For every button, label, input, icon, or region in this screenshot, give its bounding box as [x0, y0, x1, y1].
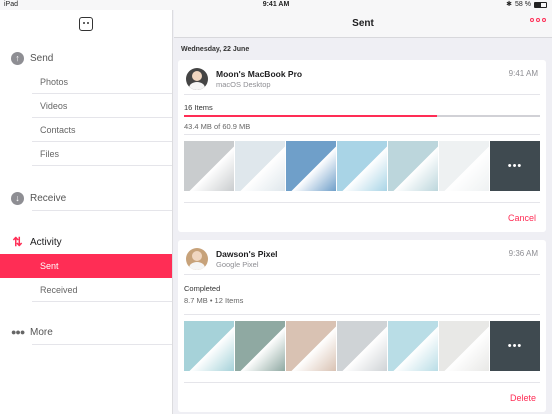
divider — [184, 202, 540, 203]
photo-thumbnail[interactable] — [388, 321, 438, 371]
sidebar-item-files[interactable]: Files — [0, 142, 172, 166]
device-name: Moon's MacBook Pro — [216, 69, 303, 79]
photo-thumbnail[interactable] — [235, 321, 285, 371]
photo-thumbnail[interactable] — [184, 321, 234, 371]
status-right: ✱ 58 % — [506, 0, 547, 10]
sidebar-item-received[interactable]: Received — [0, 278, 172, 302]
photo-thumbnail[interactable] — [286, 321, 336, 371]
receive-label: Receive — [30, 192, 67, 204]
photo-thumbnail[interactable] — [235, 141, 285, 191]
battery-percent: 58 % — [515, 1, 531, 8]
app-logo-icon — [79, 17, 93, 31]
photo-thumbnail[interactable] — [439, 141, 489, 191]
dot-icon — [536, 18, 540, 22]
activity-arrows-icon: ⇅ — [12, 235, 23, 249]
divider — [184, 134, 540, 135]
date-header: Wednesday, 22 June — [181, 46, 250, 53]
photo-thumbnail[interactable] — [184, 141, 234, 191]
dot-icon — [542, 18, 546, 22]
thumbnail-strip: ••• — [184, 141, 540, 191]
more-photos-button[interactable]: ••• — [490, 321, 540, 371]
more-label: More — [30, 326, 53, 338]
sidebar-header — [0, 10, 172, 38]
divider — [184, 94, 540, 95]
sidebar-section-receive[interactable]: ↓ Receive — [0, 186, 172, 210]
divider — [32, 344, 172, 345]
divider — [184, 314, 540, 315]
photo-thumbnail[interactable] — [439, 321, 489, 371]
photo-thumbnail[interactable] — [337, 141, 387, 191]
photo-thumbnail[interactable] — [286, 141, 336, 191]
transfer-size: 43.4 MB of 60.9 MB — [184, 122, 251, 131]
clock: 9:41 AM — [262, 1, 290, 8]
send-label: Send — [30, 52, 54, 64]
photo-thumbnail[interactable] — [337, 321, 387, 371]
sidebar-section-more[interactable]: ●●● More — [0, 320, 172, 344]
receive-arrow-icon: ↓ — [11, 191, 24, 205]
battery-icon — [534, 2, 547, 8]
sidebar-section-send[interactable]: ↑ Send — [0, 46, 172, 70]
transfer-card: Moon's MacBook Pro macOS Desktop 9:41 AM… — [178, 60, 546, 232]
delete-button[interactable]: Delete — [510, 393, 536, 403]
sidebar-item-contacts[interactable]: Contacts — [0, 118, 172, 142]
transfer-status: Completed — [184, 284, 221, 293]
photo-thumbnail[interactable] — [388, 141, 438, 191]
page-title: Sent — [352, 18, 374, 29]
item-count: 16 Items — [184, 103, 213, 112]
more-photos-button[interactable]: ••• — [490, 141, 540, 191]
thumbnail-strip: ••• — [184, 321, 540, 371]
progress-bar — [184, 115, 540, 117]
sidebar-section-activity[interactable]: ⇅ Activity — [0, 230, 172, 254]
transfer-time: 9:36 AM — [508, 249, 538, 258]
send-arrow-icon: ↑ — [11, 51, 24, 65]
sidebar-item-sent[interactable]: Sent — [0, 254, 172, 278]
transfer-size: 8.7 MB • 12 Items — [184, 296, 244, 305]
transfer-card: Dawson's Pixel Google Pixel 9:36 AM Comp… — [178, 240, 546, 412]
nav-bar: Sent — [174, 10, 552, 38]
device-type: macOS Desktop — [216, 80, 271, 89]
avatar — [186, 68, 208, 90]
device-type: Google Pixel — [216, 260, 259, 269]
divider — [184, 274, 540, 275]
dot-icon — [530, 18, 534, 22]
sidebar: ↑ Send Photos Videos Contacts Files ↓ Re… — [0, 10, 173, 414]
more-dots-icon: ●●● — [11, 327, 25, 337]
bluetooth-icon: ✱ — [506, 1, 513, 8]
activity-label: Activity — [30, 236, 62, 248]
device-name: Dawson's Pixel — [216, 249, 278, 259]
divider — [184, 382, 540, 383]
more-options-button[interactable] — [530, 18, 546, 22]
status-bar: iPad 9:41 AM ✱ 58 % — [0, 0, 552, 10]
sidebar-item-photos[interactable]: Photos — [0, 70, 172, 94]
cancel-button[interactable]: Cancel — [508, 213, 536, 223]
avatar — [186, 248, 208, 270]
sidebar-item-videos[interactable]: Videos — [0, 94, 172, 118]
transfer-time: 9:41 AM — [508, 69, 538, 78]
